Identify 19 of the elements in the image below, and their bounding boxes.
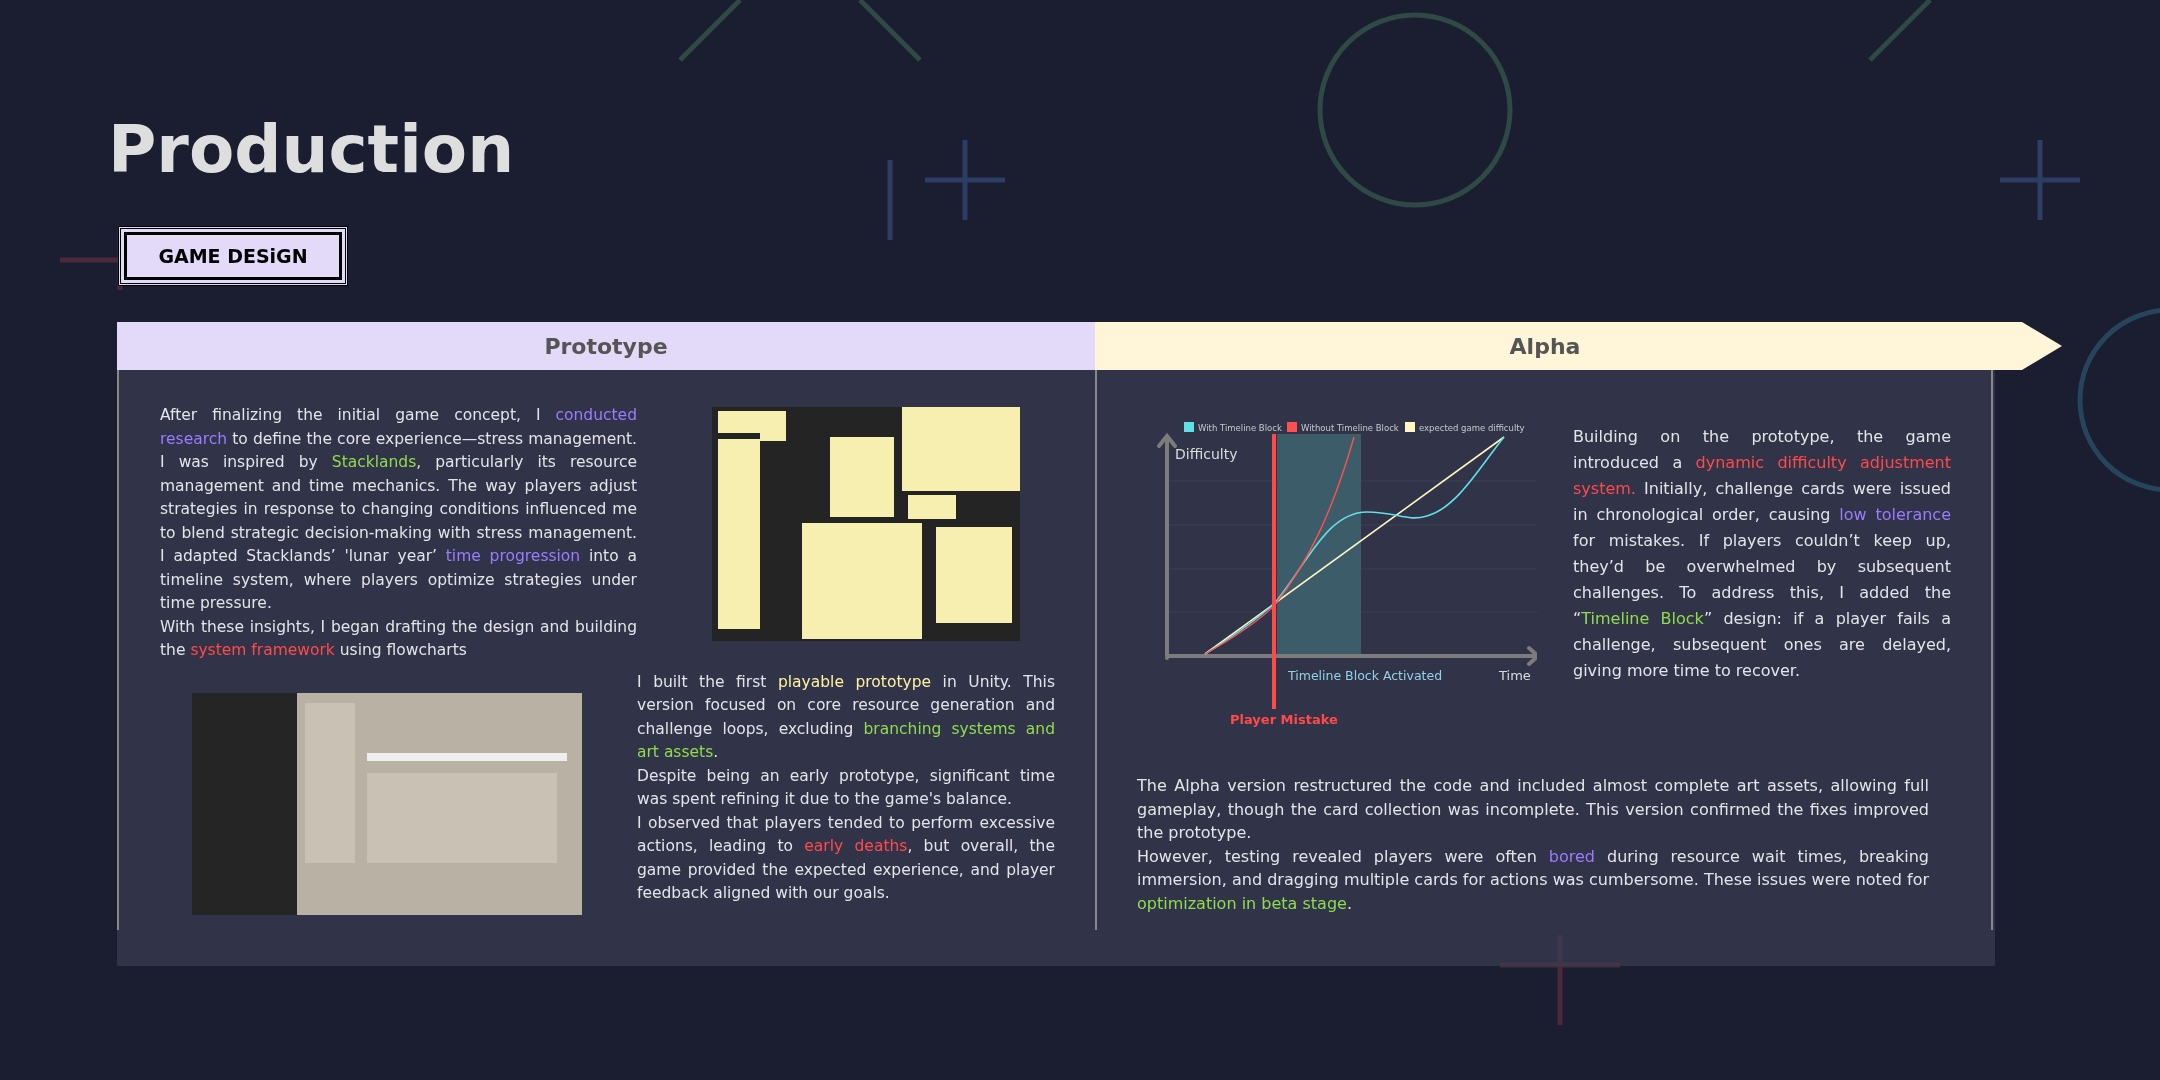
section-label: GAME DESiGN (118, 226, 348, 286)
legend-item: expected game difficulty (1405, 422, 1525, 433)
paragraph: However, testing revealed players were often bored during resource wait times, breaking immersion, and dragging multiple cards for actions was cumbersome. These issues were noted for optimization in beta stage. (1137, 845, 1929, 915)
paragraph: After finalizing the initial game concept, I conducted research to define the core experience—stress management. I was inspired by Stacklands, particularly its resource management and time mechanics. The way players adjust strategies in response to changing conditions influenced me to blend strategic decision-making with stress management. I adapted Stacklands’ 'lunar year’ time progression into a timeline system, where players optimize strategies under time pressure. (160, 405, 637, 614)
phase-header: Prototype (117, 322, 1095, 370)
phase-header: Alpha (1095, 322, 2062, 370)
marker-label: Player Mistake (1230, 712, 1338, 727)
page-title: Production (108, 110, 515, 190)
paragraph: With these insights, I began drafting the design and building the system framework using flowcharts (160, 616, 637, 661)
x-axis-label: Time (1499, 668, 1531, 683)
legend-item: Without Timeline Block (1287, 422, 1399, 433)
paragraph: Despite being an early prototype, significant time was spent refining it due to the game's balance. (637, 765, 1055, 810)
y-axis-label: Difficulty (1175, 446, 1238, 462)
region-label: Timeline Block Activated (1288, 668, 1443, 683)
paragraph: I observed that players tended to perform excessive actions, leading to early deaths, but overall, the game provided the expected experience, and player feedback aligned with our goals. (637, 812, 1055, 904)
paragraph: I built the first playable prototype in Unity. This version focused on core resource generation and challenge loops, excluding branching systems and art assets. (637, 671, 1055, 763)
legend-item: With Timeline Block (1184, 422, 1282, 433)
paragraph: The Alpha version restructured the code and included almost complete art assets, allowing full gameplay, though the card collection was incomplete. This version confirmed the fixes improved the prototype. (1137, 775, 1929, 844)
paragraph: Building on the prototype, the game introduced a dynamic difficulty adjustment system. Initially, challenge cards were issued in chronological order, causing low tolerance for mistakes. If players couldn’t keep up, they’d be overwhelmed by subsequent challenges. To address this, I added the “Timeline Block” design: if a player fails a challenge, subsequent ones are delayed, giving more time to recover. (1573, 426, 1951, 682)
